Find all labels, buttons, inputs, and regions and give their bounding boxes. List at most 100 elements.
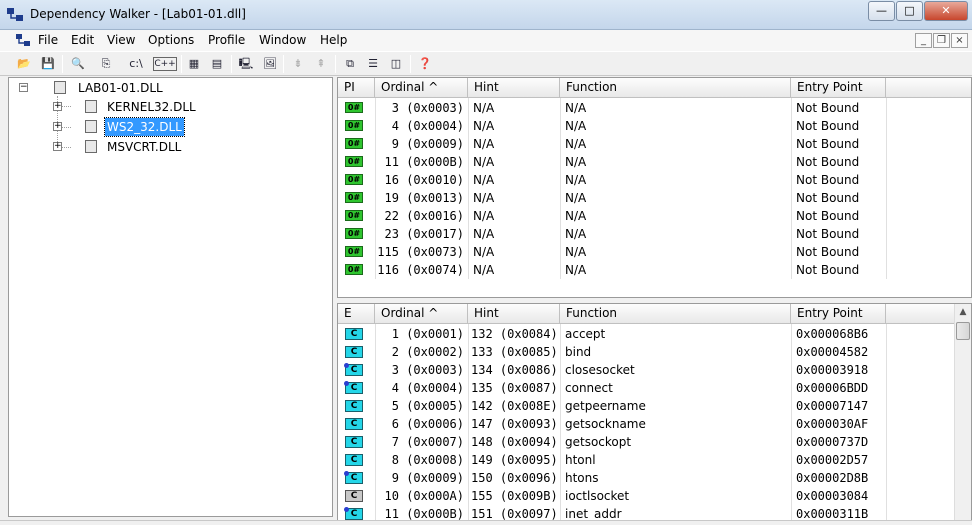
module-list-icon[interactable]: ▦ [184,55,204,73]
table-row[interactable]: C 1 (0x0001) 132 (0x0084) accept 0x000068B6 [338,325,886,343]
save-icon[interactable]: 💾 [38,55,58,73]
table-row[interactable]: C 7 (0x0007) 148 (0x0094) getsockopt 0x00007… [338,433,886,451]
table-row[interactable]: C 6 (0x0006) 147 (0x0093) getsockname 0x0000… [338,415,886,433]
tree-node-label-selected: WS2_32.DLL [104,117,185,137]
cell-ordinal: 9 (0x0009) [391,471,464,485]
mdi-close-button[interactable]: × [951,33,968,48]
table-row[interactable]: 0# 116 (0x0074) N/A N/A Not Bound [338,261,886,279]
help-icon[interactable]: ❓ [415,55,435,73]
cell-function: N/A [565,263,587,277]
table-row[interactable]: 0# 16 (0x0010) N/A N/A Not Bound [338,171,886,189]
column-header-hint[interactable]: Hint [468,304,560,324]
column-header-function[interactable]: Function [560,304,791,324]
tree-node-root[interactable]: − LAB01-01.DLL [17,79,217,97]
expand-toggle[interactable]: + [53,142,62,151]
collapse-toggle[interactable]: − [19,83,28,92]
properties-icon[interactable]: ▤ [207,55,227,73]
table-row[interactable]: 0# 23 (0x0017) N/A N/A Not Bound [338,225,886,243]
cell-function: N/A [565,155,587,169]
column-header-ordinal[interactable]: Ordinal ^ [375,78,468,98]
table-row[interactable]: C 2 (0x0002) 133 (0x0085) bind 0x00004582 [338,343,886,361]
column-header-function[interactable]: Function [560,78,791,98]
system-info-icon[interactable]: 🖳 [236,55,256,73]
column-header-e[interactable]: E [338,304,375,324]
c-function-icon: C [344,363,363,376]
table-row[interactable]: C 4 (0x0004) 135 (0x0087) connect 0x00006BDD [338,379,886,397]
tree-node-ws2-32[interactable]: + WS2_32.DLL [17,117,237,137]
table-row[interactable]: C 3 (0x0003) 134 (0x0086) closesocket 0x0000… [338,361,886,379]
cell-function: N/A [565,191,587,205]
copy-icon[interactable]: ⎘ [96,55,116,73]
module-icon [85,100,97,113]
undecorate-icon[interactable]: C++ [153,57,177,71]
cell-hint: N/A [473,209,495,223]
cell-hint: N/A [473,245,495,259]
imported-functions-list[interactable]: PI Ordinal ^ Hint Function Entry Point 0… [337,77,972,298]
cell-function: N/A [565,245,587,259]
column-header-ordinal[interactable]: Ordinal ^ [375,304,468,324]
close-button[interactable]: ✕ [924,1,968,21]
menu-window[interactable]: Window [259,33,306,47]
maximize-button[interactable]: □ [896,1,923,21]
tile-horizontal-icon[interactable]: ☰ [363,55,383,73]
open-icon[interactable]: 📂 [14,55,34,73]
table-row[interactable]: 0# 11 (0x000B) N/A N/A Not Bound [338,153,886,171]
mdi-minimize-button[interactable]: _ [915,33,932,48]
table-row[interactable]: 0# 22 (0x0016) N/A N/A Not Bound [338,207,886,225]
column-header-entry-point[interactable]: Entry Point [791,304,886,324]
cell-function: bind [565,345,592,359]
cell-ordinal: 22 (0x0016) [384,209,464,223]
mdi-restore-button[interactable]: ❐ [933,33,950,48]
cell-ordinal: 9 (0x0009) [391,137,464,151]
menu-profile[interactable]: Profile [208,33,245,47]
table-row[interactable]: 0# 9 (0x0009) N/A N/A Not Bound [338,135,886,153]
exported-functions-list[interactable]: E Ordinal ^ Hint Function Entry Point C 1… [337,303,972,525]
exports-vertical-scrollbar[interactable]: ▲ [954,304,971,524]
cell-ordinal: 116 (0x0074) [377,263,464,277]
find-icon[interactable]: 🔍 [68,55,88,73]
column-header-hint[interactable]: Hint [468,78,560,98]
full-paths-icon[interactable]: c:\ [124,55,148,73]
table-row[interactable]: C 9 (0x0009) 150 (0x0096) htons 0x00002D8B [338,469,886,487]
table-row[interactable]: C 5 (0x0005) 142 (0x008E) getpeername 0x0000… [338,397,886,415]
collapse-all-icon[interactable]: ⇞ [311,55,331,73]
cell-entry-point: Not Bound [796,173,860,187]
document-icon[interactable] [15,33,31,48]
expand-all-icon[interactable]: ⇟ [288,55,308,73]
module-icon [85,120,97,133]
cell-entry-point: 0x00002D57 [796,453,869,467]
tree-node-msvcrt[interactable]: + MSVCRT.DLL [17,138,237,156]
cell-ordinal: 1 (0x0001) [391,327,464,341]
menu-edit[interactable]: Edit [71,33,94,47]
cell-ordinal: 19 (0x0013) [384,191,464,205]
cell-ordinal: 115 (0x0073) [377,245,464,259]
menu-view[interactable]: View [107,33,135,47]
minimize-button[interactable]: — [868,1,895,21]
menu-file[interactable]: File [38,33,58,47]
cell-entry-point: Not Bound [796,119,860,133]
table-row[interactable]: 0# 19 (0x0013) N/A N/A Not Bound [338,189,886,207]
scroll-up-arrow-icon[interactable]: ▲ [955,304,971,321]
module-dependency-tree[interactable]: − LAB01-01.DLL + KERNEL32.DLL + WS2_32.D… [8,77,333,517]
table-row[interactable]: 0# 3 (0x0003) N/A N/A Not Bound [338,99,886,117]
menu-help[interactable]: Help [320,33,347,47]
column-header-pi[interactable]: PI [338,78,375,98]
expand-toggle[interactable]: + [53,102,62,111]
cascade-icon[interactable]: ⧉ [340,55,360,73]
table-row[interactable]: C 8 (0x0008) 149 (0x0095) htonl 0x00002D57 [338,451,886,469]
table-row[interactable]: 0# 115 (0x0073) N/A N/A Not Bound [338,243,886,261]
scroll-thumb[interactable] [956,322,970,340]
cell-hint: 135 (0x0087) [471,381,558,395]
tree-node-kernel32[interactable]: + KERNEL32.DLL [17,98,237,116]
tile-vertical-icon[interactable]: ◫ [386,55,406,73]
table-row[interactable]: C 10 (0x000A) 155 (0x009B) ioctlsocket 0x000… [338,487,886,505]
cell-hint: 147 (0x0093) [471,417,558,431]
c-function-icon: C [345,400,363,412]
menu-options[interactable]: Options [148,33,194,47]
expand-toggle[interactable]: + [53,122,62,131]
column-header-entry-point[interactable]: Entry Point [791,78,886,98]
table-row[interactable]: 0# 4 (0x0004) N/A N/A Not Bound [338,117,886,135]
cell-function: N/A [565,227,587,241]
cell-function: N/A [565,173,587,187]
external-viewer-icon[interactable]: 🖼 [260,55,280,73]
